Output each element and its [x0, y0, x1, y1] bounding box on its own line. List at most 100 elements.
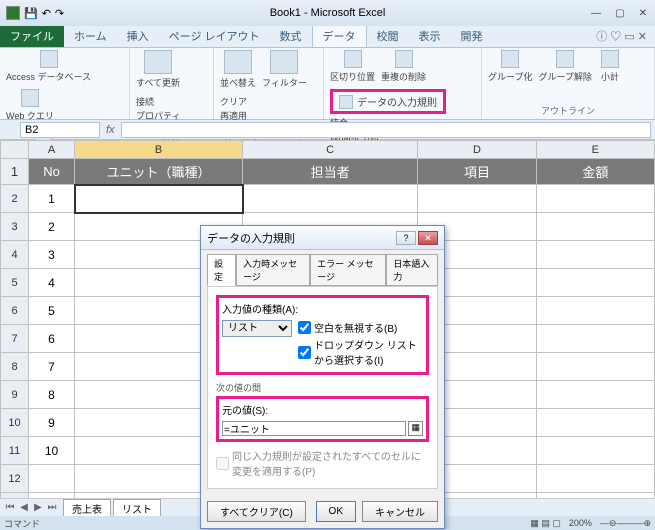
- cell[interactable]: [75, 185, 243, 213]
- row-header[interactable]: 7: [1, 325, 29, 353]
- row-header[interactable]: 12: [1, 465, 29, 493]
- col-A[interactable]: A: [29, 141, 75, 159]
- cell[interactable]: 5: [29, 297, 75, 325]
- cell[interactable]: [536, 297, 654, 325]
- group-button[interactable]: グループ化: [488, 50, 532, 83]
- dialog-close-icon[interactable]: ✕: [418, 231, 438, 245]
- tab-insert[interactable]: 挿入: [117, 25, 159, 47]
- nav-prev[interactable]: ◀: [18, 502, 30, 513]
- ok-button[interactable]: OK: [316, 501, 356, 522]
- type-select[interactable]: リスト: [222, 320, 292, 337]
- row-header[interactable]: 5: [1, 269, 29, 297]
- cell-header-unit[interactable]: ユニット（職種）: [75, 159, 243, 185]
- cell[interactable]: [29, 465, 75, 493]
- select-all[interactable]: [1, 141, 29, 159]
- cell[interactable]: [536, 269, 654, 297]
- cell[interactable]: 8: [29, 381, 75, 409]
- cell[interactable]: 3: [29, 241, 75, 269]
- cell-header-amount[interactable]: 金額: [536, 159, 654, 185]
- clear-all-button[interactable]: すべてクリア(C): [207, 501, 306, 522]
- dialog-tab-input[interactable]: 入力時メッセージ: [236, 254, 310, 286]
- row-header[interactable]: 2: [1, 185, 29, 213]
- row-header[interactable]: 10: [1, 409, 29, 437]
- dialog-titlebar[interactable]: データの入力規則 ? ✕: [201, 226, 444, 250]
- row-header[interactable]: 6: [1, 297, 29, 325]
- cell[interactable]: [418, 185, 536, 213]
- sheet-tab-1[interactable]: 売上表: [63, 499, 111, 517]
- row-header[interactable]: 3: [1, 213, 29, 241]
- cell[interactable]: 6: [29, 325, 75, 353]
- sort-button[interactable]: 並べ替え: [220, 50, 256, 89]
- nav-first[interactable]: ⏮: [4, 502, 16, 513]
- cell[interactable]: [536, 381, 654, 409]
- dialog-tab-ime[interactable]: 日本語入力: [386, 254, 438, 286]
- nav-next[interactable]: ▶: [32, 502, 44, 513]
- col-C[interactable]: C: [243, 141, 418, 159]
- cell[interactable]: 1: [29, 185, 75, 213]
- close-button[interactable]: ✕: [635, 8, 651, 19]
- help-icon[interactable]: ⓘ ♡ ▭ ✕: [588, 25, 655, 47]
- cell[interactable]: [536, 213, 654, 241]
- text-to-col-button[interactable]: 区切り位置: [330, 50, 375, 83]
- ignore-blank-checkbox[interactable]: 空白を無視する(B): [298, 320, 423, 335]
- zoom-level[interactable]: 200%: [569, 518, 592, 528]
- cell[interactable]: 9: [29, 409, 75, 437]
- fx-icon[interactable]: fx: [100, 124, 121, 136]
- view-icons[interactable]: ▦ ▤ ▢: [530, 518, 561, 529]
- dialog-help-icon[interactable]: ?: [396, 231, 416, 245]
- save-icon[interactable]: 💾: [24, 7, 38, 20]
- row-header[interactable]: 8: [1, 353, 29, 381]
- cell-header-person[interactable]: 担当者: [243, 159, 418, 185]
- tab-formulas[interactable]: 数式: [270, 25, 312, 47]
- cell[interactable]: [536, 325, 654, 353]
- formula-bar[interactable]: [121, 122, 651, 138]
- tab-home[interactable]: ホーム: [64, 25, 117, 47]
- nav-last[interactable]: ⏭: [46, 502, 58, 513]
- dialog-tab-settings[interactable]: 設定: [207, 254, 236, 286]
- dropdown-checkbox[interactable]: ドロップダウン リストから選択する(I): [298, 337, 423, 367]
- row-header[interactable]: 11: [1, 437, 29, 465]
- cell[interactable]: [536, 437, 654, 465]
- maximize-button[interactable]: ▢: [611, 8, 628, 19]
- properties-button[interactable]: プロパティ: [136, 109, 190, 122]
- web-query-button[interactable]: Web クエリ: [6, 89, 54, 122]
- ungroup-button[interactable]: グループ解除: [538, 50, 591, 83]
- connections-button[interactable]: 接続: [136, 95, 190, 108]
- apply-same-checkbox[interactable]: 同じ入力規則が設定されたすべてのセルに変更を適用する(P): [216, 448, 429, 478]
- col-E[interactable]: E: [536, 141, 654, 159]
- minimize-button[interactable]: —: [587, 8, 605, 19]
- cell[interactable]: 2: [29, 213, 75, 241]
- filter-button[interactable]: フィルター: [262, 50, 307, 89]
- col-D[interactable]: D: [418, 141, 536, 159]
- cell[interactable]: [536, 241, 654, 269]
- col-B[interactable]: B: [75, 141, 243, 159]
- cancel-button[interactable]: キャンセル: [362, 501, 438, 522]
- tab-pagelayout[interactable]: ページ レイアウト: [159, 25, 270, 47]
- cell[interactable]: [536, 185, 654, 213]
- tab-developer[interactable]: 開発: [451, 25, 493, 47]
- name-box[interactable]: B2: [20, 122, 100, 138]
- zoom-slider[interactable]: —⊖———⊕: [600, 518, 651, 529]
- sheet-tab-2[interactable]: リスト: [113, 499, 161, 517]
- cell[interactable]: 10: [29, 437, 75, 465]
- cell[interactable]: 7: [29, 353, 75, 381]
- row-1[interactable]: 1: [1, 159, 29, 185]
- access-db-button[interactable]: Access データベース: [6, 50, 91, 83]
- tab-data[interactable]: データ: [312, 24, 367, 47]
- tab-review[interactable]: 校閲: [367, 25, 409, 47]
- tab-view[interactable]: 表示: [409, 25, 451, 47]
- cell-header-item[interactable]: 項目: [418, 159, 536, 185]
- dialog-tab-error[interactable]: エラー メッセージ: [310, 254, 386, 286]
- redo-icon[interactable]: ↷: [55, 7, 64, 20]
- row-header[interactable]: 9: [1, 381, 29, 409]
- refresh-all-button[interactable]: すべて更新: [136, 50, 180, 89]
- source-input[interactable]: [222, 421, 406, 436]
- row-header[interactable]: 4: [1, 241, 29, 269]
- data-validation-button[interactable]: データの入力規則: [330, 89, 446, 114]
- cell[interactable]: [536, 353, 654, 381]
- reapply-button[interactable]: 再適用: [220, 109, 256, 122]
- undo-icon[interactable]: ↶: [42, 7, 51, 20]
- cell[interactable]: [243, 185, 418, 213]
- range-picker-icon[interactable]: ▦: [408, 421, 423, 436]
- cell[interactable]: [536, 465, 654, 493]
